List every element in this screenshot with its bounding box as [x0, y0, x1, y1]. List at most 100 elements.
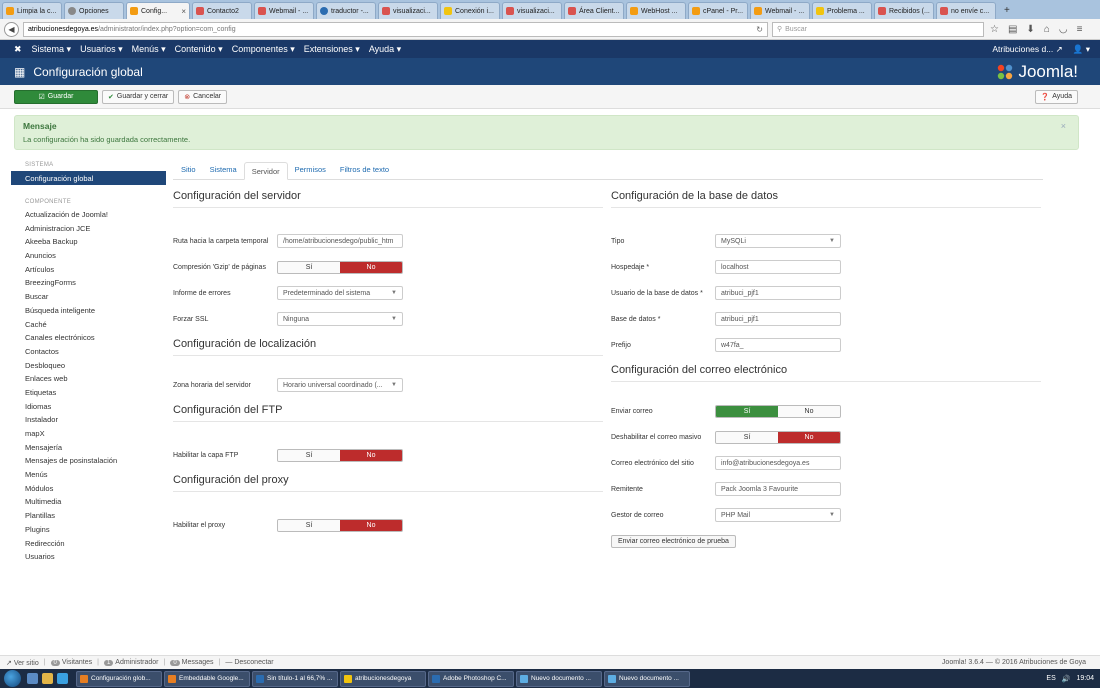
- browser-search-input[interactable]: ⚲ Buscar: [772, 21, 984, 37]
- mass-mail-toggle[interactable]: Sí No: [715, 430, 841, 444]
- view-site-link[interactable]: ↗ Ver sitio: [6, 659, 39, 667]
- taskbar-item[interactable]: Sin título-1 al 66,7% ...: [252, 670, 338, 687]
- browser-tab[interactable]: Recibidos (...: [874, 2, 934, 19]
- cancel-button[interactable]: ⊗ Cancelar: [178, 89, 228, 104]
- gzip-no[interactable]: No: [340, 261, 402, 273]
- back-arrow-icon[interactable]: ◀: [4, 21, 19, 37]
- top-menu-item[interactable]: Extensiones ▾: [304, 44, 360, 55]
- ftp-no[interactable]: No: [340, 449, 402, 461]
- sidebar-item[interactable]: Usuarios: [11, 550, 166, 564]
- sidebar-item[interactable]: Akeeba Backup: [11, 235, 166, 249]
- home-icon[interactable]: ⌂: [1044, 24, 1050, 35]
- url-bar[interactable]: atribucionesdegoya.es /administrator/ind…: [23, 21, 768, 37]
- top-menu-item[interactable]: Menús ▾: [132, 44, 166, 55]
- browser-tab[interactable]: Área Client...: [564, 2, 624, 19]
- taskbar-item[interactable]: Nuevo documento ...: [604, 670, 690, 687]
- pocket-icon[interactable]: ◡: [1059, 24, 1068, 35]
- top-menu-item[interactable]: Sistema ▾: [32, 44, 72, 55]
- taskbar-item[interactable]: Embeddable Google...: [164, 670, 250, 687]
- browser-tab[interactable]: Config... ×: [126, 2, 190, 19]
- sidebar-item[interactable]: Mensajería: [11, 441, 166, 455]
- top-menu-item[interactable]: Ayuda ▾: [369, 44, 401, 55]
- config-tab[interactable]: Sistema: [203, 161, 244, 179]
- browser-tab[interactable]: Conexión i...: [440, 2, 500, 19]
- browser-tab[interactable]: Webmail - ...: [750, 2, 810, 19]
- proxy-toggle[interactable]: Sí No: [277, 518, 403, 532]
- ie-icon[interactable]: [57, 673, 68, 684]
- config-tab[interactable]: Filtros de texto: [333, 161, 396, 179]
- top-menu-item[interactable]: Componentes ▾: [232, 44, 295, 55]
- sidebar-item[interactable]: Redirección: [11, 537, 166, 551]
- taskbar-item[interactable]: atribucionesdegoya: [340, 670, 426, 687]
- sidebar-item[interactable]: Enlaces web: [11, 372, 166, 386]
- save-button[interactable]: ☑ Guardar: [14, 89, 98, 104]
- timezone-select[interactable]: Horario universal coordinado (... ▼: [277, 378, 403, 392]
- db-prefix-input[interactable]: w47fa_: [715, 338, 841, 352]
- sidebar-item[interactable]: Multimedia: [11, 495, 166, 509]
- sidebar-item-global-config[interactable]: Configuración global: [11, 171, 166, 185]
- browser-tab[interactable]: Opciones: [64, 2, 124, 19]
- sidebar-item[interactable]: Administracion JCE: [11, 222, 166, 236]
- site-link[interactable]: Atribuciones d... ↗: [992, 44, 1062, 55]
- mail-send-toggle[interactable]: Sí No: [715, 404, 841, 418]
- db-user-input[interactable]: atribuci_pjf1: [715, 286, 841, 300]
- sidebar-item[interactable]: Módulos: [11, 482, 166, 496]
- show-desktop-icon[interactable]: [27, 673, 38, 684]
- logout-link[interactable]: — Desconectar: [225, 659, 273, 666]
- db-name-input[interactable]: atribuci_pjf1: [715, 312, 841, 326]
- sidebar-item[interactable]: Anuncios: [11, 249, 166, 263]
- ftp-toggle[interactable]: Sí No: [277, 448, 403, 462]
- explorer-icon[interactable]: [42, 673, 53, 684]
- sidebar-item[interactable]: Plugins: [11, 523, 166, 537]
- save-close-button[interactable]: ✔ Guardar y cerrar: [102, 89, 175, 104]
- help-button[interactable]: ❓ Ayuda: [1034, 89, 1078, 104]
- volume-icon[interactable]: 🔊: [1062, 675, 1071, 683]
- sidebar-item[interactable]: Mensajes de posinstalación: [11, 454, 166, 468]
- sidebar-item[interactable]: Búsqueda inteligente: [11, 304, 166, 318]
- from-name-input[interactable]: Pack Joomla 3 Favourite: [715, 482, 841, 496]
- browser-tab[interactable]: Webmail - ...: [254, 2, 314, 19]
- browser-tab[interactable]: Problema ...: [812, 2, 872, 19]
- clock[interactable]: 19:04: [1076, 675, 1094, 682]
- mass-mail-no[interactable]: No: [778, 431, 840, 443]
- browser-tab[interactable]: no envíe c...: [936, 2, 996, 19]
- sidebar-item[interactable]: Desbloqueo: [11, 359, 166, 373]
- start-button-icon[interactable]: [4, 670, 21, 687]
- db-host-input[interactable]: localhost: [715, 260, 841, 274]
- gzip-toggle[interactable]: Sí No: [277, 260, 403, 274]
- sidebar-item[interactable]: Plantillas: [11, 509, 166, 523]
- close-tab-icon[interactable]: ×: [181, 7, 186, 16]
- sidebar-item[interactable]: Caché: [11, 318, 166, 332]
- config-tab[interactable]: Permisos: [288, 161, 333, 179]
- browser-tab[interactable]: visualizaci...: [502, 2, 562, 19]
- browser-tab[interactable]: Limpia la c...: [2, 2, 62, 19]
- taskbar-item[interactable]: Nuevo documento ...: [516, 670, 602, 687]
- sidebar-item[interactable]: Actualización de Joomla!: [11, 208, 166, 222]
- proxy-yes[interactable]: Sí: [278, 519, 340, 531]
- send-test-mail-button[interactable]: Enviar correo electrónico de prueba: [611, 534, 736, 548]
- config-tab[interactable]: Sitio: [174, 161, 203, 179]
- user-menu[interactable]: 👤 ▾: [1073, 44, 1090, 55]
- db-type-select[interactable]: MySQLi ▼: [715, 234, 841, 248]
- top-menu-item[interactable]: Contenido ▾: [175, 44, 223, 55]
- sidebar-item[interactable]: Instalador: [11, 413, 166, 427]
- language-indicator[interactable]: ES: [1046, 675, 1055, 682]
- mailer-select[interactable]: PHP Mail ▼: [715, 508, 841, 522]
- top-menu-item[interactable]: Usuarios ▾: [80, 44, 123, 55]
- ftp-yes[interactable]: Sí: [278, 449, 340, 461]
- tmp-path-input[interactable]: /home/atribucionesdego/public_htm: [277, 234, 403, 248]
- bookmarks-list-icon[interactable]: ▤: [1008, 24, 1017, 35]
- taskbar-item[interactable]: Configuración glob...: [76, 670, 162, 687]
- sidebar-item[interactable]: mapX: [11, 427, 166, 441]
- mail-send-yes[interactable]: Sí: [716, 405, 778, 417]
- mass-mail-yes[interactable]: Sí: [716, 431, 778, 443]
- sidebar-item[interactable]: Contactos: [11, 345, 166, 359]
- menu-icon[interactable]: ≡: [1077, 24, 1083, 35]
- sidebar-item[interactable]: Artículos: [11, 263, 166, 277]
- browser-tab[interactable]: cPanel - Pr...: [688, 2, 748, 19]
- sidebar-item[interactable]: Menús: [11, 468, 166, 482]
- sidebar-item[interactable]: Canales electrónicos: [11, 331, 166, 345]
- reload-icon[interactable]: ↻: [756, 25, 763, 34]
- sidebar-item[interactable]: BreezingForms: [11, 276, 166, 290]
- sidebar-item[interactable]: Idiomas: [11, 400, 166, 414]
